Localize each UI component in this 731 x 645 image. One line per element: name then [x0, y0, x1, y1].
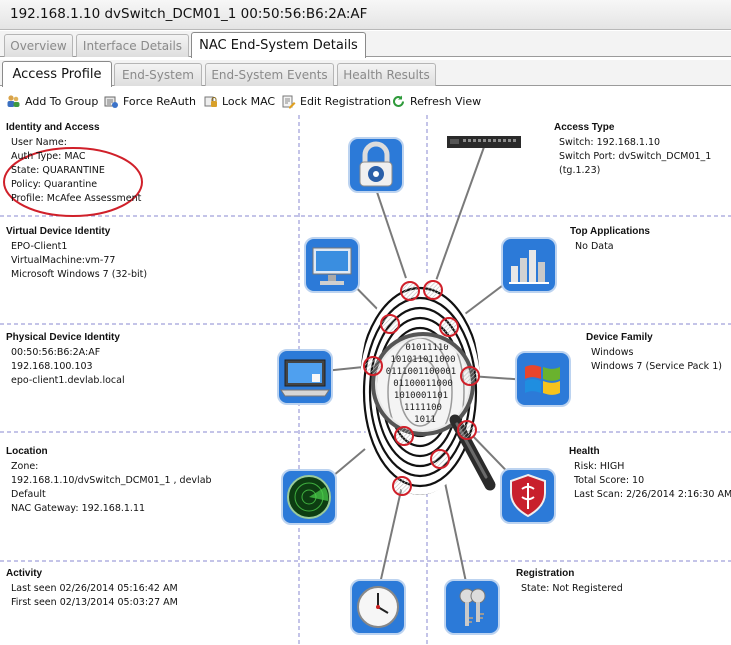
- location-section: Location Zone: 192.168.1.10/dvSwitch_DCM…: [6, 446, 212, 516]
- activity-first-seen: First seen 02/13/2014 05:03:27 AM: [11, 597, 178, 608]
- activity-title: Activity: [6, 568, 43, 579]
- location-gateway: NAC Gateway: 192.168.1.11: [11, 503, 146, 514]
- clock-icon: [349, 578, 407, 636]
- location-zone: Zone:: [11, 461, 39, 472]
- padlock-icon: [347, 136, 405, 194]
- health-shield-icon: [499, 467, 557, 525]
- access-type-port: Switch Port: dvSwitch_DCM01_1: [559, 151, 712, 162]
- virtual-device-title: Virtual Device Identity: [6, 226, 111, 237]
- bar-chart-icon: [500, 236, 558, 294]
- network-switch-icon: [447, 136, 521, 148]
- keys-icon: [443, 578, 501, 636]
- access-profile-diagram: [0, 115, 731, 645]
- virtual-device-vm: VirtualMachine:vm-77: [11, 255, 116, 266]
- physical-device-title: Physical Device Identity: [6, 332, 120, 343]
- physical-device-ip: 192.168.100.103: [11, 361, 93, 372]
- physical-device-section: Physical Device Identity 00:50:56:B6:2A:…: [6, 332, 125, 388]
- top-applications-title: Top Applications: [570, 226, 650, 237]
- location-title: Location: [6, 446, 48, 457]
- identity-access-section: Identity and Access User Name: Auth Type…: [6, 122, 141, 206]
- health-total-score: Total Score: 10: [574, 475, 645, 486]
- health-last-scan: Last Scan: 2/26/2014 2:16:30 AM: [574, 489, 731, 500]
- location-default: Default: [11, 489, 46, 500]
- device-family-os: Windows: [591, 347, 634, 358]
- identity-username: User Name:: [11, 137, 67, 148]
- virtual-device-section: Virtual Device Identity EPO-Client1 Virt…: [6, 226, 147, 282]
- identity-access-title: Identity and Access: [6, 122, 100, 133]
- access-type-section: Access Type Switch: 192.168.1.10 Switch …: [554, 122, 711, 178]
- identity-profile: Profile: McAfee Assessment: [11, 193, 142, 204]
- activity-section: Activity Last seen 02/26/2014 05:16:42 A…: [6, 568, 178, 610]
- connector-lines: [304, 146, 543, 602]
- access-type-title: Access Type: [554, 122, 615, 133]
- top-applications-value: No Data: [575, 241, 614, 252]
- activity-last-seen: Last seen 02/26/2014 05:16:42 AM: [11, 583, 178, 594]
- device-family-version: Windows 7 (Service Pack 1): [591, 361, 722, 372]
- windows-logo-icon: [514, 350, 572, 408]
- registration-title: Registration: [516, 568, 575, 579]
- virtual-device-name: EPO-Client1: [11, 241, 68, 252]
- radar-icon: [280, 468, 338, 526]
- access-type-tg: (tg.1.23): [559, 165, 601, 176]
- identity-policy: Policy: Quarantine: [11, 179, 98, 190]
- registration-section: Registration State: Not Registered: [516, 568, 623, 596]
- monitor-icon: [303, 236, 361, 294]
- access-type-switch: Switch: 192.168.1.10: [559, 137, 661, 148]
- top-applications-section: Top Applications No Data: [570, 226, 650, 254]
- device-family-title: Device Family: [586, 332, 653, 343]
- location-switch: 192.168.1.10/dvSwitch_DCM01_1 , devlab: [11, 475, 212, 486]
- device-family-section: Device Family Windows Windows 7 (Service…: [586, 332, 722, 374]
- physical-device-mac: 00:50:56:B6:2A:AF: [11, 347, 101, 358]
- health-risk: Risk: HIGH: [574, 461, 625, 472]
- health-title: Health: [569, 446, 600, 457]
- identity-state: State: QUARANTINE: [11, 165, 105, 176]
- identity-auth-type: Auth Type: MAC: [11, 151, 86, 162]
- physical-device-hostname: epo-client1.devlab.local: [11, 375, 125, 386]
- laptop-icon: [276, 348, 334, 406]
- health-section: Health Risk: HIGH Total Score: 10 Last S…: [569, 446, 731, 502]
- registration-state: State: Not Registered: [521, 583, 623, 594]
- virtual-device-os: Microsoft Windows 7 (32-bit): [11, 269, 148, 280]
